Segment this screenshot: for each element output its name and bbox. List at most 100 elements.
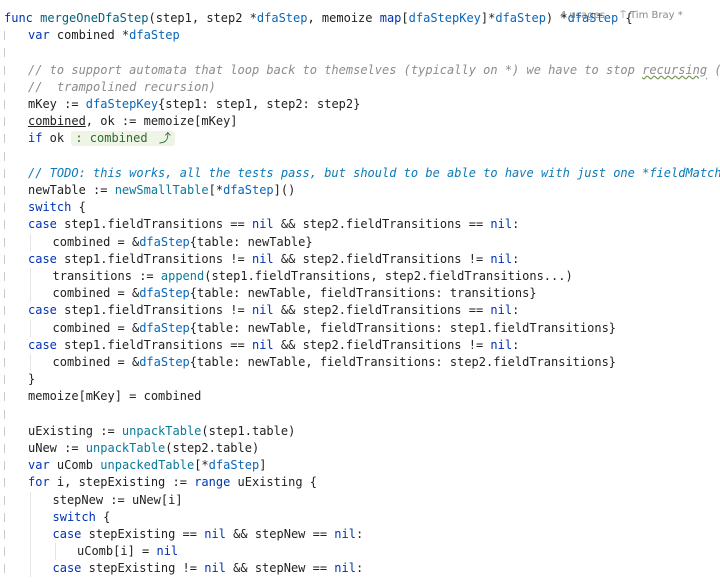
code-token: combined = & — [52, 286, 140, 301]
code-line[interactable]: uNew := unpackTable(step2.table) — [0, 440, 720, 457]
code-text: newTable := newSmallTable[*dfaStep]() — [28, 182, 295, 199]
indent-guide — [30, 285, 31, 303]
code-text: } — [28, 371, 35, 388]
code-text: case stepExisting == nil && stepNew == n… — [53, 526, 364, 543]
code-token: dfaStepKey — [85, 97, 159, 111]
code-line[interactable]: func mergeOneDfaStep(step1, step2 *dfaSt… — [0, 10, 720, 27]
code-text: combined = &dfaStep{table: newTable, fie… — [53, 285, 537, 302]
code-token: (step2.table) — [165, 441, 260, 455]
code-line[interactable] — [0, 44, 720, 61]
code-line[interactable]: uExisting := unpackTable(step1.table) — [0, 423, 720, 440]
gutter-marker — [4, 547, 5, 557]
code-line[interactable]: case step1.fieldTransitions != nil && st… — [0, 302, 720, 319]
code-token: {table: newTable, fieldTransitions: step… — [189, 320, 617, 335]
gutter-marker — [4, 323, 5, 333]
code-token: uComb[i] = — [77, 544, 157, 559]
code-token: case — [28, 217, 57, 232]
code-token: step1.fieldTransitions == — [56, 337, 252, 352]
code-token: nil — [251, 337, 274, 352]
code-token: , ok := memoize[mKey] — [85, 114, 238, 129]
code-token: } — [28, 372, 36, 387]
code-line[interactable]: combined = &dfaStep{table: newTable, fie… — [0, 285, 720, 303]
code-token: combined — [28, 114, 86, 129]
typo-word: recursing — [642, 62, 708, 77]
code-line[interactable]: memoize[mKey] = combined — [0, 388, 720, 405]
code-token: dfaStep — [256, 11, 308, 25]
code-token: && step2.fieldTransitions != — [273, 337, 491, 352]
code-token: case — [52, 527, 82, 541]
code-line[interactable]: combined = &dfaStep{table: newTable} — [0, 233, 720, 251]
code-line[interactable]: // to support automata that loop back to… — [0, 62, 720, 79]
code-text: transitions := append(step1.fieldTransit… — [53, 268, 573, 285]
code-line[interactable]: } — [0, 371, 720, 388]
code-editor[interactable]: 4 usages ⍑ Tim Bray * func mergeOneDfaSt… — [0, 0, 720, 582]
code-token: var — [28, 458, 50, 473]
code-line[interactable]: case step1.fieldTransitions != nil && st… — [0, 251, 720, 268]
code-token: dfaStep — [567, 11, 619, 25]
code-token: ] — [259, 458, 267, 473]
code-line[interactable]: mKey := dfaStepKey{step1: step1, step2: … — [0, 96, 720, 113]
code-line[interactable]: var uComb unpackedTable[*dfaStep] — [0, 457, 720, 474]
gutter-marker — [4, 444, 5, 453]
gutter-marker — [4, 48, 5, 58]
gutter-marker — [4, 100, 5, 109]
code-line[interactable]: if ok : combined ⤴ — [0, 130, 720, 147]
code-line[interactable]: uComb[i] = nil — [0, 543, 720, 561]
code-line[interactable]: // TODO: this works, all the tests pass,… — [0, 165, 720, 182]
code-token: (and also — [707, 63, 720, 77]
code-token: transitions := — [52, 269, 161, 283]
code-line[interactable]: case stepExisting == nil && stepNew == n… — [0, 526, 720, 543]
code-token: case — [52, 561, 82, 576]
code-token: combined = & — [52, 234, 140, 249]
code-line[interactable]: combined = &dfaStep{table: newTable, fie… — [0, 354, 720, 371]
gutter-marker — [4, 392, 5, 402]
code-line[interactable]: var combined *dfaStep — [0, 27, 720, 44]
code-token: [* — [194, 458, 209, 473]
code-line[interactable]: case step1.fieldTransitions == nil && st… — [0, 216, 720, 233]
code-line[interactable]: combined, ok := memoize[mKey] — [0, 113, 720, 130]
code-token: for — [28, 475, 50, 490]
code-token: nil — [204, 527, 226, 541]
code-line[interactable]: switch { — [0, 199, 720, 216]
code-token: mKey := — [28, 97, 86, 111]
code-line[interactable]: transitions := append(step1.fieldTransit… — [0, 268, 720, 285]
code-token: combined * — [49, 28, 130, 43]
code-text: case step1.fieldTransitions == nil && st… — [28, 216, 519, 233]
code-line[interactable]: // trampolined recursion) — [0, 79, 720, 96]
code-token: (step1.fieldTransitions, step2.fieldTran… — [204, 269, 573, 283]
code-token: nil — [204, 561, 226, 576]
code-token: dfaStep — [495, 11, 546, 25]
code-token: stepExisting == — [81, 527, 205, 541]
code-token: // TODO: this works, all the tests pass,… — [28, 165, 720, 180]
code-token: : — [512, 337, 520, 352]
code-text: combined = &dfaStep{table: newTable} — [53, 234, 313, 251]
code-token: switch — [28, 200, 72, 215]
code-token: { — [71, 200, 86, 215]
code-text: case step1.fieldTransitions == nil && st… — [28, 337, 519, 354]
code-line[interactable] — [0, 406, 720, 423]
code-line[interactable]: combined = &dfaStep{table: newTable, fie… — [0, 319, 720, 337]
code-token: && stepNew == — [225, 561, 335, 576]
code-line[interactable]: for i, stepExisting := range uExisting { — [0, 474, 720, 491]
code-line[interactable]: stepNew := uNew[i] — [0, 491, 720, 509]
code-token: memoize[mKey] = combined — [28, 389, 202, 404]
code-token: uExisting { — [230, 475, 318, 490]
code-token: ) * — [545, 11, 568, 25]
gutter-marker — [4, 134, 5, 144]
gutter-marker — [4, 495, 5, 505]
code-text: switch { — [28, 199, 86, 216]
code-line[interactable]: case step1.fieldTransitions == nil && st… — [0, 337, 720, 354]
code-line[interactable]: newTable := newSmallTable[*dfaStep]() — [0, 182, 720, 199]
code-text: combined, ok := memoize[mKey] — [28, 113, 238, 130]
gutter-marker — [4, 340, 5, 350]
code-line[interactable]: switch { — [0, 508, 720, 526]
code-token: : — [512, 217, 520, 232]
code-token: ]() — [273, 183, 296, 197]
code-line[interactable] — [0, 148, 720, 165]
code-token: unpackTable — [121, 423, 202, 438]
code-token: stepExisting != — [81, 561, 205, 576]
gutter-marker — [4, 82, 5, 92]
code-token: i, stepExisting := — [49, 475, 195, 490]
gutter-marker — [4, 409, 5, 419]
code-line[interactable]: case stepExisting != nil && stepNew == n… — [0, 560, 720, 578]
